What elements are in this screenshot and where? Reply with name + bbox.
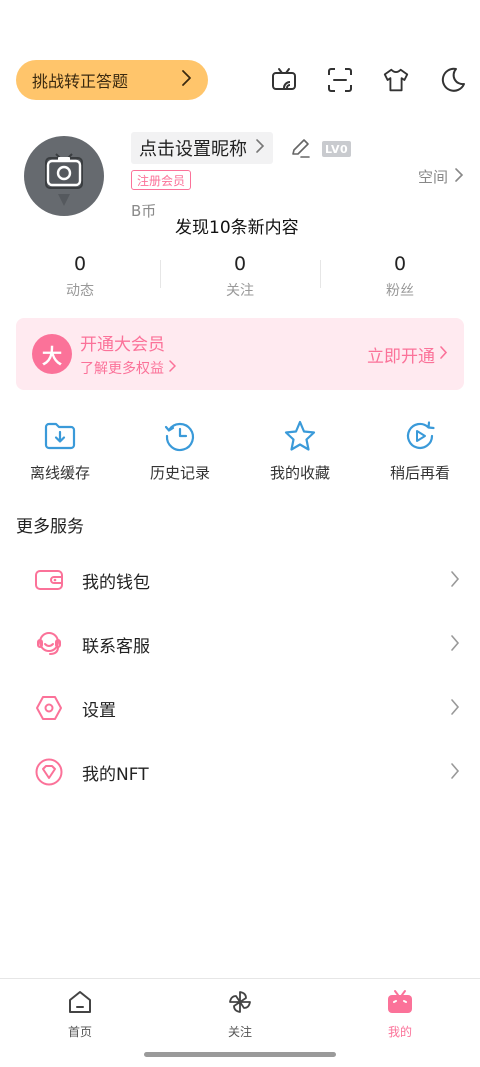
nickname-label: 点击设置昵称: [139, 139, 247, 160]
top-icon-group: [270, 66, 466, 94]
stat-value: 0: [233, 253, 247, 275]
member-tag: 注册会员: [131, 170, 192, 190]
pinwheel-icon: [226, 989, 254, 1019]
list-item-label: 设置: [82, 700, 116, 721]
offline-cache-icon: [42, 418, 78, 454]
quick-label: 历史记录: [149, 464, 210, 482]
list-item-label: 我的NFT: [82, 764, 149, 785]
list-item-nft[interactable]: 我的NFT: [0, 740, 480, 804]
history-icon: [162, 418, 198, 454]
home-indicator[interactable]: [144, 1052, 336, 1057]
scan-icon[interactable]: [326, 66, 354, 94]
nav-label: 我的: [387, 1025, 412, 1039]
more-services-list: 我的钱包 联系客服 设置 我的NFT: [0, 548, 480, 804]
list-item-label: 联系客服: [82, 636, 150, 657]
chevron-right-icon: [454, 167, 464, 187]
headset-icon: [34, 629, 64, 659]
vip-title: 开通大会员: [80, 335, 165, 355]
stat-following[interactable]: 0 关注: [160, 252, 320, 300]
stat-label: 动态: [66, 283, 94, 299]
vip-subtitle: 了解更多权益: [80, 361, 164, 377]
profile-section: 点击设置昵称 LV0 注册会员 B币 空间: [24, 132, 464, 222]
tv-cast-icon[interactable]: [270, 66, 298, 94]
list-item-settings[interactable]: 设置: [0, 676, 480, 740]
challenge-quiz-label: 挑战转正答题: [32, 72, 129, 91]
pencil-edit-icon[interactable]: [289, 137, 311, 163]
nav-home[interactable]: 首页: [0, 979, 160, 1067]
nav-label: 首页: [67, 1025, 92, 1039]
challenge-quiz-button[interactable]: 挑战转正答题: [16, 60, 208, 100]
list-item-customer-service[interactable]: 联系客服: [0, 612, 480, 676]
space-label: 空间: [417, 168, 448, 186]
list-item-wallet[interactable]: 我的钱包: [0, 548, 480, 612]
star-icon: [282, 418, 318, 454]
vip-benefits-link[interactable]: 了解更多权益: [80, 358, 177, 378]
quick-offline-cache[interactable]: 离线缓存: [0, 418, 120, 488]
list-item-label: 我的钱包: [82, 572, 150, 593]
stat-dynamics[interactable]: 0 动态: [0, 252, 160, 300]
space-link[interactable]: 空间: [418, 166, 464, 187]
more-services-title: 更多服务: [16, 517, 84, 537]
quick-favorites[interactable]: 我的收藏: [240, 418, 360, 488]
chevron-right-icon: [450, 698, 460, 720]
vip-banner[interactable]: 大 开通大会员 了解更多权益 立即开通: [16, 318, 464, 390]
vip-badge-icon: 大: [32, 334, 72, 374]
quick-history[interactable]: 历史记录: [120, 418, 240, 488]
bilibili-tv-icon: [386, 989, 414, 1019]
top-bar: 挑战转正答题: [16, 60, 466, 100]
chevron-right-icon: [168, 359, 177, 377]
quick-label: 离线缓存: [29, 464, 90, 482]
home-icon: [66, 989, 94, 1019]
tshirt-icon[interactable]: [382, 66, 410, 94]
quick-label: 稍后再看: [389, 464, 450, 482]
stat-value: 0: [393, 253, 407, 275]
new-content-toast: 发现10条新内容: [175, 218, 299, 238]
chevron-right-icon: [439, 345, 448, 365]
quick-actions: 离线缓存 历史记录 我的收藏 稍后再看: [0, 418, 480, 488]
avatar[interactable]: [24, 136, 104, 216]
vip-activate-button[interactable]: 立即开通: [367, 342, 448, 367]
nav-mine[interactable]: 我的: [320, 979, 480, 1067]
nickname-button[interactable]: 点击设置昵称: [131, 132, 273, 164]
coins-label: B币: [131, 202, 157, 220]
vip-activate-label: 立即开通: [367, 347, 435, 367]
camera-avatar-icon: [45, 153, 83, 206]
quick-label: 我的收藏: [269, 464, 330, 482]
quick-watch-later[interactable]: 稍后再看: [360, 418, 480, 488]
watch-later-icon: [402, 418, 438, 454]
wallet-icon: [34, 565, 64, 595]
moon-icon[interactable]: [438, 66, 466, 94]
chevron-right-icon: [255, 138, 265, 159]
nav-label: 关注: [227, 1025, 252, 1039]
chevron-right-icon: [180, 69, 192, 91]
level-badge: LV0: [322, 141, 352, 157]
stat-fans[interactable]: 0 粉丝: [320, 252, 480, 300]
stat-value: 0: [73, 253, 87, 275]
chevron-right-icon: [450, 762, 460, 784]
stat-label: 关注: [226, 283, 254, 299]
settings-icon: [34, 693, 64, 723]
chevron-right-icon: [450, 570, 460, 592]
chevron-right-icon: [450, 634, 460, 656]
stat-label: 粉丝: [386, 283, 414, 299]
stats-row: 0 动态 0 关注 0 粉丝: [0, 252, 480, 300]
diamond-icon: [34, 757, 64, 787]
